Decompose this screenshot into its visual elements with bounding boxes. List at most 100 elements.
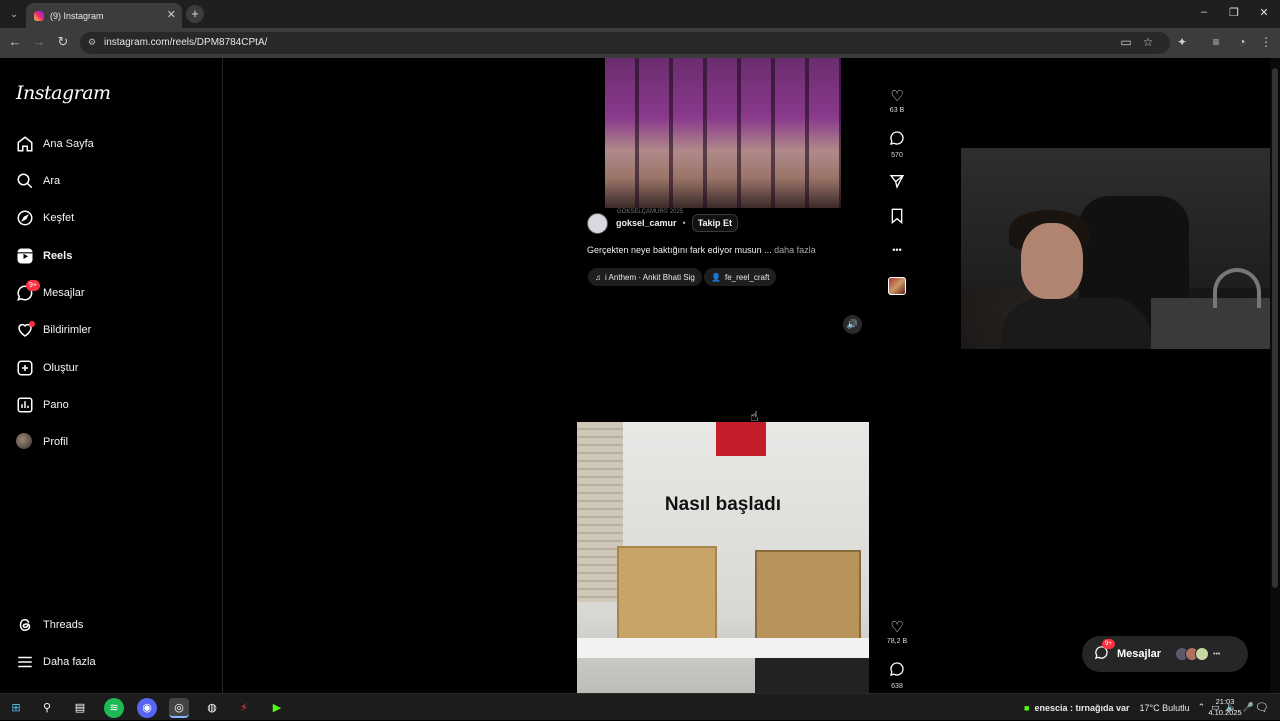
- share-button[interactable]: [882, 173, 912, 193]
- comment-button-2[interactable]: 638: [882, 661, 912, 690]
- sidebar-item-label: Reels: [43, 250, 73, 262]
- webcam-overlay: [961, 148, 1280, 349]
- floating-messages-label: Mesajlar: [1117, 648, 1162, 660]
- url-text: instagram.com/reels/DPM8784CPtA/: [104, 37, 268, 48]
- spotify-icon[interactable]: ≋: [104, 698, 124, 718]
- scrollbar-thumb[interactable]: [1272, 68, 1278, 588]
- audio-thumbnail[interactable]: [888, 277, 906, 295]
- bookmark-star-icon[interactable]: ☆: [1140, 35, 1156, 49]
- obs-icon[interactable]: ◍: [202, 698, 222, 718]
- sidebar-item-messages[interactable]: 9+ Mesajlar: [16, 280, 85, 305]
- tagged-user-label: fe_reel_craft: [724, 272, 770, 282]
- floating-messages-button[interactable]: 9+ Mesajlar •••: [1082, 636, 1248, 672]
- messages-badge: 9+: [26, 280, 40, 291]
- sidebar-item-threads[interactable]: Threads: [16, 613, 83, 637]
- reel-video-2[interactable]: Nasıl başladı: [577, 422, 869, 693]
- taskbar-search-icon[interactable]: ⚲: [37, 698, 57, 718]
- instagram-logo[interactable]: Instagram: [16, 82, 111, 104]
- tagged-user-pill[interactable]: 👤 fe_reel_craft: [704, 268, 777, 286]
- windows-start-icon[interactable]: ⊞: [6, 698, 26, 718]
- task-view-icon[interactable]: ▤: [70, 698, 90, 718]
- like-button[interactable]: ♡ 63 B: [882, 88, 912, 114]
- sidebar-item-more[interactable]: Daha fazla: [16, 650, 96, 674]
- reel-overlay-text: Nasıl başladı: [664, 494, 782, 515]
- like-button-2[interactable]: ♡ 78,2 B: [882, 619, 912, 645]
- sidebar-item-profile[interactable]: Profil: [16, 430, 68, 454]
- comment-count: 570: [891, 152, 903, 159]
- sidebar-item-explore[interactable]: Keşfet: [16, 206, 74, 230]
- weather-text[interactable]: 17°C Bulutlu: [1139, 703, 1189, 713]
- caption-more-link[interactable]: daha fazla: [774, 245, 816, 255]
- dashboard-icon: [16, 396, 34, 414]
- address-bar[interactable]: ⚙ instagram.com/reels/DPM8784CPtA/: [80, 32, 1170, 54]
- volume-icon[interactable]: 🔊: [843, 315, 862, 334]
- sidebar-item-search[interactable]: Ara: [16, 169, 60, 193]
- browser-menu-icon[interactable]: ⋮: [1258, 35, 1274, 49]
- comment-icon: [882, 130, 912, 150]
- sidebar-item-create[interactable]: Oluştur: [16, 356, 78, 380]
- discord-icon[interactable]: ◉: [137, 698, 157, 718]
- more-icon: •••: [1213, 650, 1221, 658]
- person-face: [1021, 223, 1083, 299]
- comment-button[interactable]: 570: [882, 130, 912, 159]
- sidebar-item-notifications[interactable]: Bildirimler: [16, 318, 91, 342]
- search-icon: [16, 172, 34, 190]
- tab-search-icon[interactable]: ⌄: [6, 6, 22, 22]
- browser-tab-instagram[interactable]: (9) Instagram ✕: [26, 3, 182, 28]
- sidebar-item-home[interactable]: Ana Sayfa: [16, 132, 94, 156]
- taskbar-clock[interactable]: 21:03 4.10.2025: [1200, 696, 1250, 718]
- follow-button[interactable]: Takip Et: [691, 214, 739, 232]
- cardboard-monitor-image: [617, 546, 717, 642]
- back-icon[interactable]: ←: [6, 34, 24, 49]
- restore-icon[interactable]: ❐: [1225, 6, 1243, 19]
- reel-caption: Gerçekten neye baktığını fark ediyor mus…: [587, 245, 816, 255]
- more-icon: •••: [892, 245, 902, 255]
- sidebar-item-label: Daha fazla: [43, 656, 96, 668]
- reel-video-1[interactable]: [605, 58, 841, 208]
- page-scrollbar[interactable]: [1270, 58, 1280, 693]
- music-pill[interactable]: ♫ i Anthem · Ankit Bhati Sig: [588, 268, 702, 286]
- notification-dot: [29, 321, 35, 327]
- caption-text: Gerçekten neye baktığını fark ediyor mus…: [587, 245, 772, 255]
- cast-icon[interactable]: ▭: [1118, 35, 1134, 49]
- instagram-favicon-icon: [34, 10, 44, 21]
- clock-time: 21:03: [1215, 697, 1235, 706]
- sidebar-item-label: Ana Sayfa: [43, 138, 94, 150]
- tab-close-icon[interactable]: ✕: [167, 8, 176, 21]
- window-close-icon[interactable]: ✕: [1255, 6, 1273, 19]
- site-info-icon[interactable]: ⚙: [88, 37, 96, 48]
- extensions-icon[interactable]: ✦: [1174, 35, 1190, 49]
- headphones-image: [1213, 268, 1261, 308]
- home-icon: [16, 135, 34, 153]
- save-button[interactable]: [882, 208, 912, 228]
- threads-icon: [16, 616, 34, 634]
- kick-icon[interactable]: ▶: [267, 698, 287, 718]
- messenger-icon: 9+: [16, 280, 40, 302]
- reload-icon[interactable]: ↻: [54, 34, 72, 50]
- app-bolt-icon[interactable]: ⚡: [234, 698, 254, 718]
- author-separator: •: [682, 218, 686, 228]
- media-control-icon[interactable]: ≡: [1208, 35, 1224, 49]
- more-options-button[interactable]: •••: [882, 242, 912, 259]
- kick-tray-icon: ■: [1024, 702, 1030, 713]
- notification-center-icon[interactable]: 🗨: [1252, 698, 1272, 718]
- author-avatar[interactable]: [587, 212, 608, 234]
- now-playing-text[interactable]: enescia : tırnağıda var: [1034, 703, 1129, 713]
- author-username[interactable]: goksel_camur: [616, 218, 677, 228]
- sidebar-item-dashboard[interactable]: Pano: [16, 393, 69, 417]
- sidebar-item-reels[interactable]: Reels: [16, 244, 72, 268]
- plus-square-icon: [16, 359, 34, 377]
- reels-icon: [16, 247, 34, 265]
- new-tab-button[interactable]: +: [186, 5, 204, 23]
- minimize-icon[interactable]: –: [1195, 6, 1213, 18]
- like-count: 63 B: [889, 107, 905, 114]
- sidebar-item-label: Ara: [43, 175, 61, 187]
- chrome-icon[interactable]: ◎: [169, 698, 189, 718]
- clock-date: 4.10.2025: [1208, 708, 1242, 717]
- forward-icon[interactable]: →: [30, 34, 48, 49]
- heart-icon: ♡: [890, 88, 904, 105]
- floating-messages-badge: 9+: [1102, 639, 1115, 649]
- chat-avatar: [1195, 647, 1210, 661]
- messenger-icon: 9+: [1094, 639, 1115, 663]
- profile-icon[interactable]: ◔: [1234, 35, 1250, 49]
